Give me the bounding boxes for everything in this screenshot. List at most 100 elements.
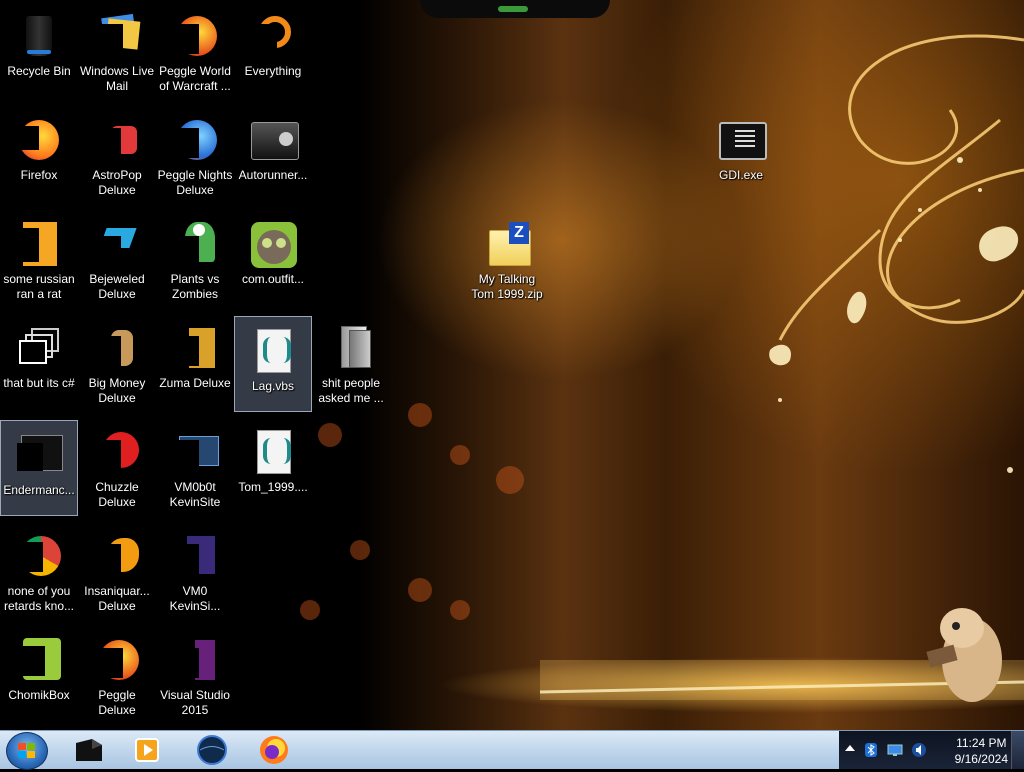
- desktop-icon-bejeweled[interactable]: Bejeweled Deluxe: [78, 210, 156, 306]
- chomikbox-icon: [15, 636, 63, 684]
- desktop-icon-none-of-you[interactable]: none of you retards kno...: [0, 522, 78, 618]
- clock-time: 11:24 PM: [956, 736, 1007, 750]
- shortcut-windows-icon: [15, 324, 63, 372]
- recycle-bin-icon: [15, 12, 63, 60]
- icon-label: Autorunner...: [238, 168, 308, 182]
- firefox-icon: [15, 116, 63, 164]
- desktop-icon-vm0-kevinsite[interactable]: VM0 KevinSi...: [156, 522, 234, 618]
- desktop-icon-astropop[interactable]: AstroPop Deluxe: [78, 106, 156, 202]
- speaker-icon[interactable]: [911, 742, 927, 758]
- desktop-icon-peggle-wow[interactable]: Peggle World of Warcraft ...: [156, 2, 234, 98]
- desktop-icon-windows-live-mail[interactable]: Windows Live Mail: [78, 2, 156, 98]
- desktop-icon-gdi-exe[interactable]: GDI.exe: [702, 106, 780, 202]
- exe-icon: [717, 116, 767, 164]
- desktop-icon-my-talking-tom-zip[interactable]: Z My Talking Tom 1999.zip: [468, 210, 546, 306]
- insaniquarium-icon: [93, 532, 141, 580]
- icon-label: VM0 KevinSi...: [169, 584, 221, 613]
- icon-label: Peggle Nights Deluxe: [157, 168, 233, 197]
- vm-icon: [171, 428, 219, 476]
- desktop-icon-visual-studio[interactable]: Visual Studio 2015: [156, 626, 234, 722]
- taskbar-file-explorer[interactable]: [62, 733, 118, 767]
- show-desktop-button[interactable]: [1011, 731, 1024, 769]
- file-icon: [15, 220, 63, 268]
- folder-icon: [327, 324, 375, 372]
- icon-label: My Talking Tom 1999.zip: [471, 272, 543, 301]
- icon-label: Zuma Deluxe: [159, 376, 231, 390]
- icon-label: Tom_1999....: [238, 480, 308, 494]
- show-hidden-icons-button[interactable]: [845, 745, 855, 751]
- desktop-icon-everything[interactable]: Everything: [234, 2, 312, 98]
- desktop-icon-lag-vbs[interactable]: Lag.vbs: [234, 316, 312, 412]
- taskbar: 11:24 PM 9/16/2024: [0, 730, 1024, 770]
- peggle-nights-icon: [171, 116, 219, 164]
- desktop[interactable]: Recycle Bin Firefox some russian ran a r…: [0, 0, 1024, 730]
- icon-label: Firefox: [20, 168, 58, 182]
- bluetooth-icon[interactable]: [863, 742, 879, 758]
- desktop-icon-peggle[interactable]: Peggle Deluxe: [78, 626, 156, 722]
- desktop-icon-firefox[interactable]: Firefox: [0, 106, 78, 202]
- vbs-script-icon: [249, 327, 297, 375]
- peggle-icon: [93, 636, 141, 684]
- desktop-icon-zuma[interactable]: Zuma Deluxe: [156, 314, 234, 410]
- chuzzle-icon: [93, 428, 141, 476]
- desktop-icon-that-but-its-cs[interactable]: that but its c#: [0, 314, 78, 410]
- start-button[interactable]: [6, 732, 48, 770]
- desktop-icon-peggle-nights[interactable]: Peggle Nights Deluxe: [156, 106, 234, 202]
- desktop-icon-autorunner[interactable]: Autorunner...: [234, 106, 312, 202]
- icon-label: Big Money Deluxe: [88, 376, 146, 405]
- desktop-icon-some-russian[interactable]: some russian ran a rat: [0, 210, 78, 306]
- icon-label: ChomikBox: [8, 688, 70, 702]
- icon-label: Everything: [244, 64, 302, 78]
- zip-folder-icon: Z: [483, 220, 531, 268]
- plants-vs-zombies-icon: [171, 220, 219, 268]
- desktop-icon-endermanc[interactable]: Endermanc...: [0, 420, 78, 516]
- peggle-wow-icon: [171, 12, 219, 60]
- desktop-icon-vm0b0t[interactable]: VM0b0t KevinSite: [156, 418, 234, 514]
- icon-label: none of you retards kno...: [3, 584, 75, 613]
- desktop-icon-chomikbox[interactable]: ChomikBox: [0, 626, 78, 722]
- icon-label: GDI.exe: [718, 168, 763, 182]
- taskbar-media-player[interactable]: [120, 733, 176, 767]
- desktop-icon-big-money[interactable]: Big Money Deluxe: [78, 314, 156, 410]
- clock-date: 9/16/2024: [954, 752, 1008, 766]
- icon-label: some russian ran a rat: [3, 272, 75, 301]
- windows-live-mail-icon: [93, 12, 141, 60]
- icon-label: Visual Studio 2015: [160, 688, 230, 717]
- system-tray: 11:24 PM 9/16/2024: [839, 731, 1024, 769]
- taskbar-firefox[interactable]: [246, 733, 302, 767]
- astropop-icon: [93, 116, 141, 164]
- everything-icon: [249, 12, 297, 60]
- file-icon: [171, 532, 219, 580]
- autorunner-icon: [249, 116, 299, 164]
- icon-label: Peggle Deluxe: [98, 688, 136, 717]
- icon-label: Plants vs Zombies: [170, 272, 220, 301]
- desktop-icon-shit-people-asked[interactable]: shit people asked me ...: [312, 314, 390, 410]
- media-player-icon: [135, 738, 159, 762]
- icon-label: Bejeweled Deluxe: [89, 272, 145, 301]
- icon-label: Insaniquar... Deluxe: [84, 584, 150, 613]
- icon-label: Windows Live Mail: [79, 64, 155, 93]
- clock[interactable]: 11:24 PM 9/16/2024: [955, 735, 1008, 767]
- talking-tom-icon: [249, 220, 297, 268]
- network-globe-icon: [197, 735, 227, 765]
- visual-studio-icon: [171, 636, 219, 684]
- taskbar-network-globe[interactable]: [184, 733, 240, 767]
- desktop-icon-insaniquarium[interactable]: Insaniquar... Deluxe: [78, 522, 156, 618]
- desktop-icon-tom-1999[interactable]: Tom_1999....: [234, 418, 312, 514]
- display-icon[interactable]: [887, 742, 903, 758]
- app-window-icon: [15, 431, 63, 479]
- desktop-icon-plants-vs-zombies[interactable]: Plants vs Zombies: [156, 210, 234, 306]
- desktop-icon-com-outfit[interactable]: com.outfit...: [234, 210, 312, 306]
- desktop-icon-recycle-bin[interactable]: Recycle Bin: [0, 2, 78, 98]
- icon-label: that but its c#: [3, 376, 75, 390]
- icon-label: Peggle World of Warcraft ...: [159, 64, 231, 93]
- vbs-script-icon: [249, 428, 297, 476]
- icon-label: Endermanc...: [3, 483, 75, 497]
- icon-label: Recycle Bin: [7, 64, 71, 78]
- windows-logo-icon: [18, 743, 35, 758]
- icon-label: shit people asked me ...: [318, 376, 384, 405]
- firefox-icon: [260, 736, 288, 764]
- desktop-icon-chuzzle[interactable]: Chuzzle Deluxe: [78, 418, 156, 514]
- icon-label: VM0b0t KevinSite: [169, 480, 221, 509]
- chrome-icon: [15, 532, 63, 580]
